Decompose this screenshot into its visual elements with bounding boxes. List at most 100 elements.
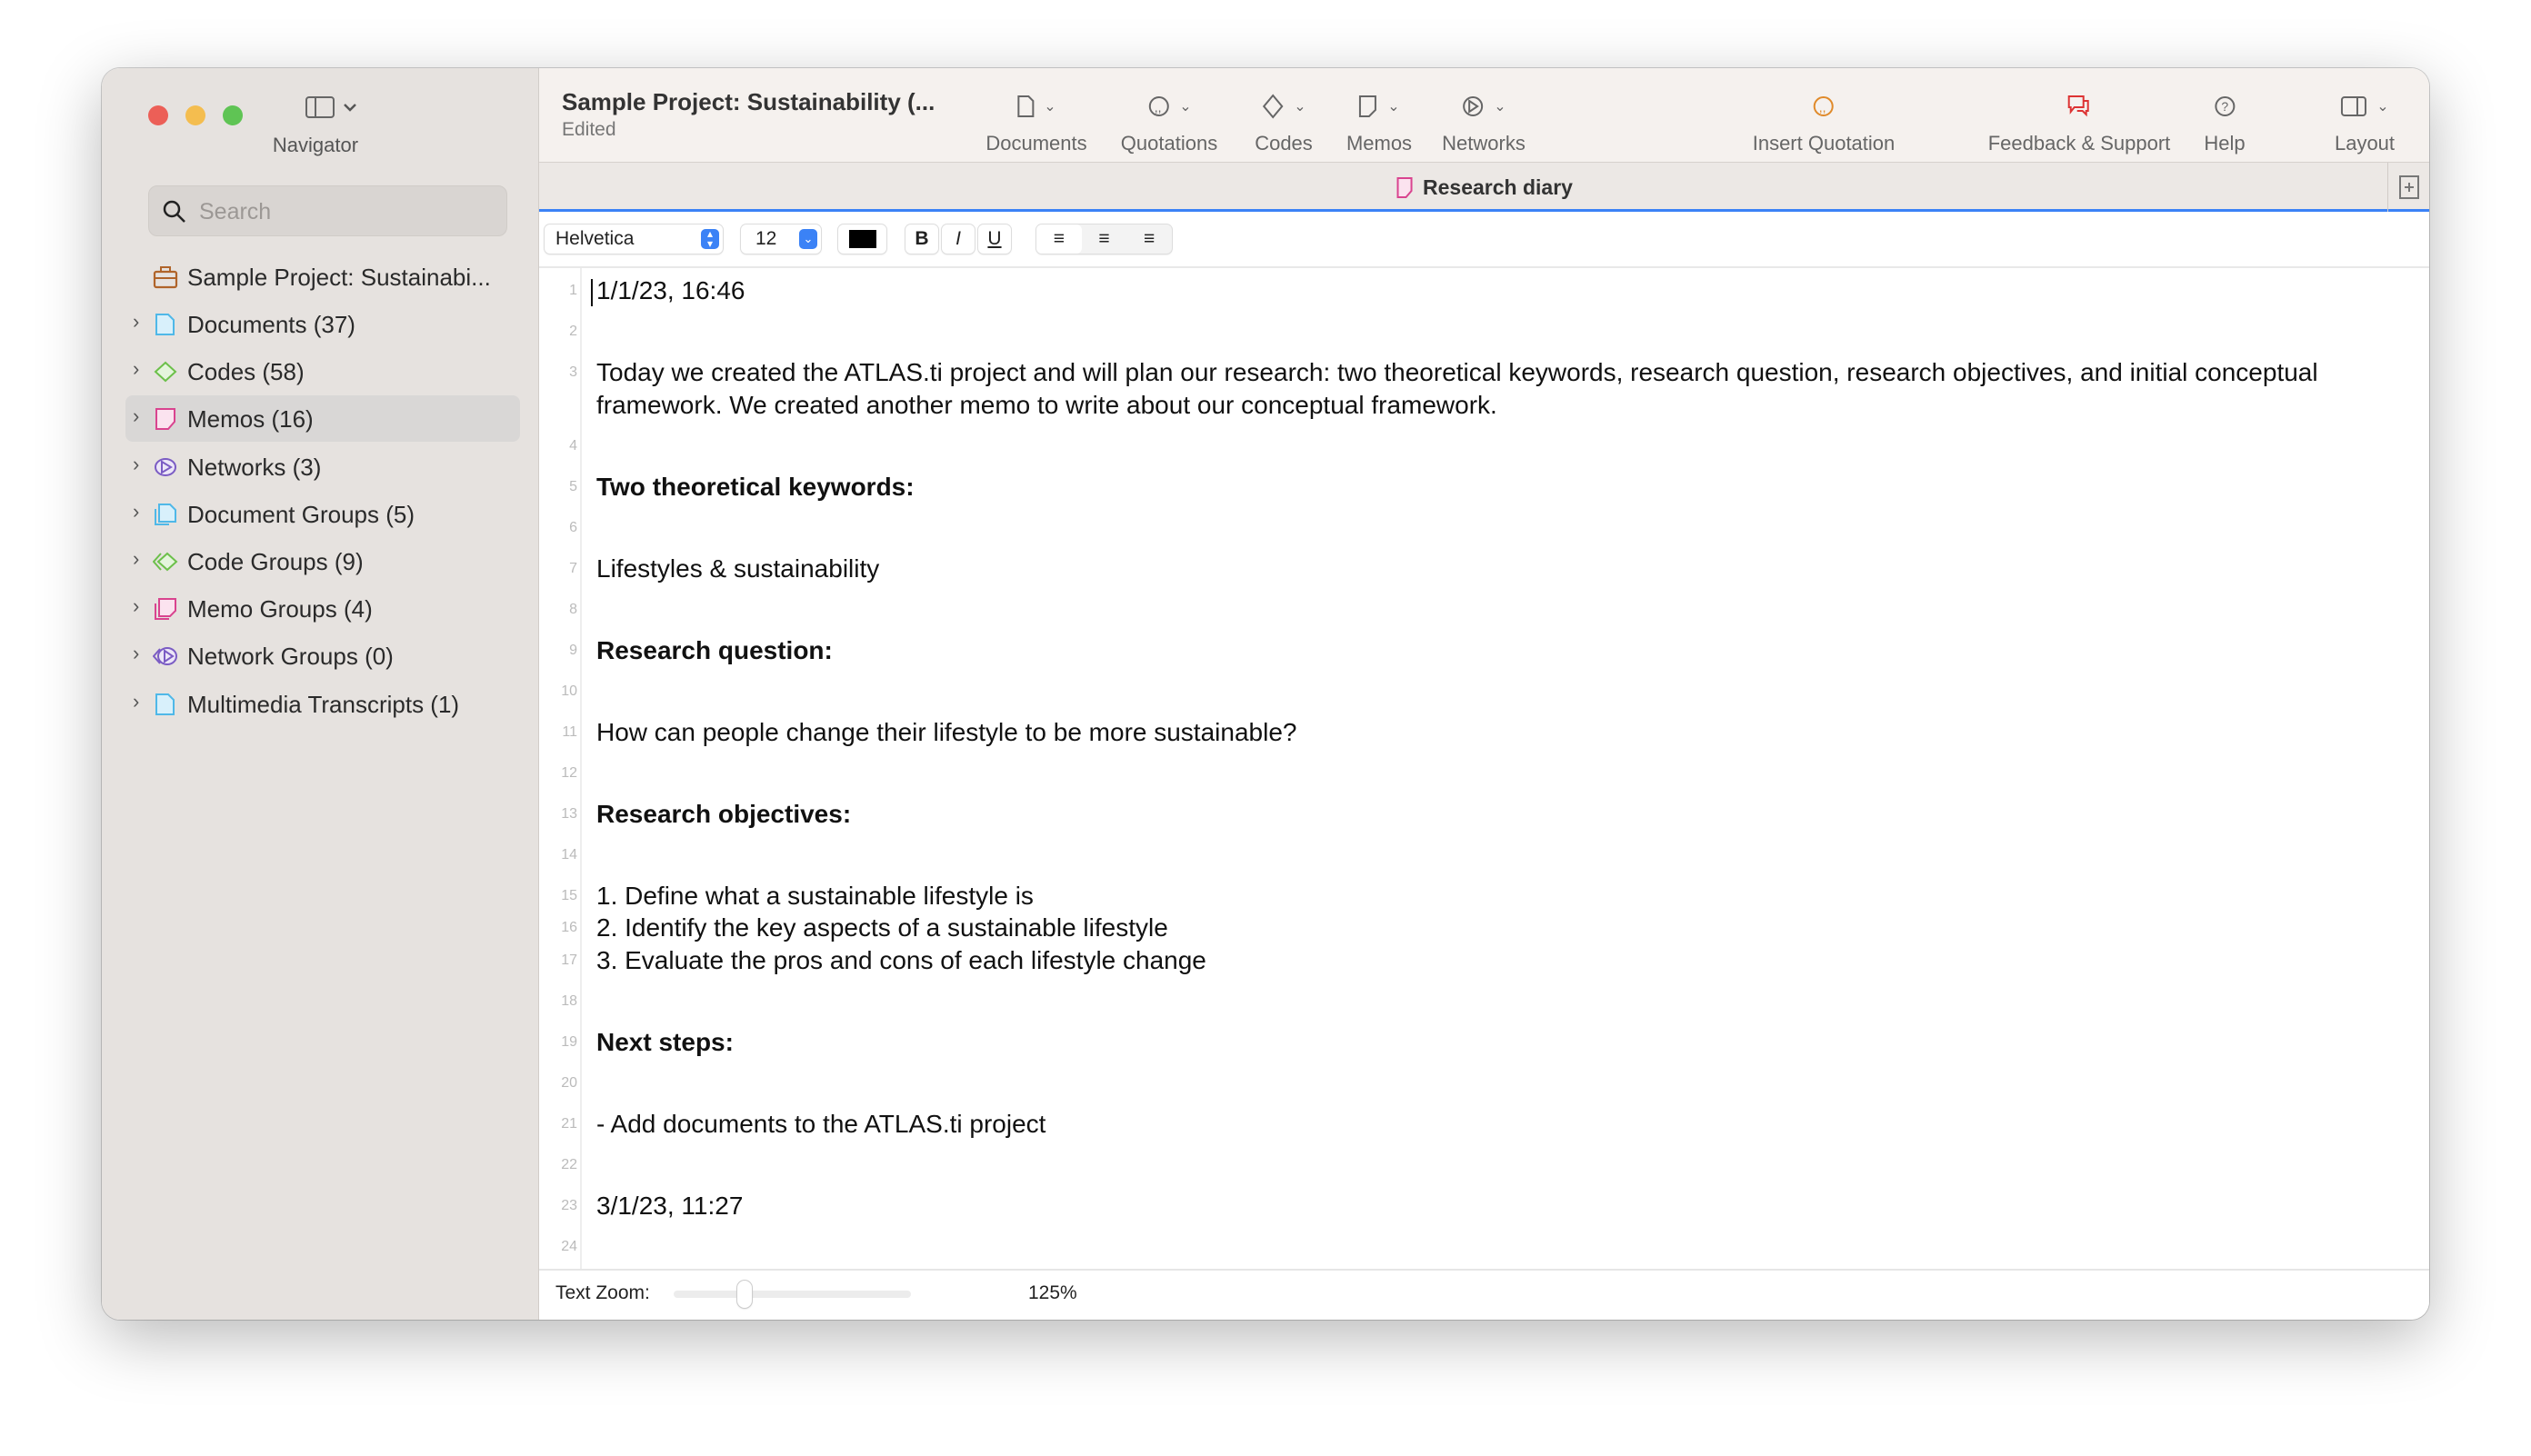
quotations-label: Quotations [1120,132,1218,155]
chevron-right-icon[interactable]: › [133,357,139,381]
line-text: Lifestyles & sustainability [596,553,880,583]
chevron-right-icon[interactable]: › [133,453,139,476]
line-text: - Add documents to the ATLAS.ti project [596,1109,1046,1138]
align-right-button[interactable]: ≡ [1126,228,1172,250]
project-label: Sample Project: Sustainabi... [187,264,491,291]
tab-research-diary[interactable]: Research diary [1396,175,1573,200]
text-line: 16 2. Identify the key aspects of a susta… [545,908,2429,942]
chevron-right-icon[interactable]: › [133,404,139,428]
line-text: Next steps: [596,1027,734,1056]
sidebar-item[interactable]: › Documents (37) [125,301,520,347]
split-view-button[interactable] [2387,163,2429,212]
close-button[interactable] [148,105,168,125]
app-window: Navigator Search Sample Project: Sustain… [102,68,2429,1320]
chevron-right-icon[interactable]: › [133,690,139,713]
text-line: 23 3/1/23, 11:27 [545,1186,2429,1227]
text-line: 13 Research objectives: [545,794,2429,835]
line-number: 24 [561,1238,577,1254]
help-button[interactable]: ? Help [2204,88,2246,155]
add-panel-icon [2398,175,2419,199]
search-icon [163,200,185,223]
text-line: 11 How can people change their lifestyle … [545,713,2429,753]
svg-text:,,: ,, [1819,100,1826,115]
memo-icon [1396,176,1413,198]
memo-text-editor[interactable]: 1 1/1/23, 16:46 2 3 Today we created the ATL… [539,268,2429,1269]
text-zoom-slider[interactable] [674,1281,911,1308]
underline-button[interactable]: U [978,224,1011,254]
zoom-button[interactable] [223,105,243,125]
project-root-item[interactable]: Sample Project: Sustainabi... [125,254,520,300]
chevron-right-icon[interactable]: › [133,310,139,334]
line-number: 8 [569,601,577,617]
chevron-down-icon: ⌄ [1494,99,1506,115]
minimize-button[interactable] [185,105,205,125]
align-left-button[interactable]: ≡ [1036,224,1082,254]
sidebar-item-label: Documents (37) [187,311,355,338]
feedback-support-button[interactable]: Feedback & Support [1987,88,2171,155]
align-center-button[interactable]: ≡ [1082,228,1127,250]
sidebar-item[interactable]: › Network Groups (0) [125,633,520,679]
line-number: 14 [561,846,577,863]
text-line: 7 Lifestyles & sustainability [545,549,2429,590]
codes-button[interactable]: ⌄ Codes [1255,88,1313,155]
italic-button[interactable]: I [942,224,975,254]
edit-status: Edited [562,119,616,140]
line-text: Today we created the ATLAS.ti project an… [596,358,2318,419]
memo-icon [1359,95,1377,117]
sidebar-item[interactable]: › Codes (58) [125,348,520,394]
svg-text:?: ? [2221,99,2228,114]
codes-label: Codes [1255,132,1313,155]
font-size-select[interactable]: 12 ⌄ [741,224,821,254]
chevron-right-icon[interactable]: › [133,500,139,524]
line-text: 1. Define what a sustainable lifestyle i… [596,881,1034,910]
sidebar-icon [305,96,356,118]
quotations-button[interactable]: ,, ⌄ Quotations [1121,88,1217,155]
line-number: 4 [569,437,577,454]
sidebar-item[interactable]: › Code Groups (9) [125,538,520,584]
document-icon [155,314,175,335]
slider-thumb[interactable] [737,1281,753,1308]
line-number: 11 [562,723,577,740]
networks-button[interactable]: ⌄ Networks [1442,88,1526,155]
font-value: Helvetica [555,228,635,249]
chevron-right-icon[interactable]: › [133,594,139,618]
documents-button[interactable]: ⌄ Documents [985,88,1087,155]
feedback-label: Feedback & Support [1987,132,2171,155]
line-number: 20 [561,1074,577,1091]
memos-button[interactable]: ⌄ Memos [1346,88,1412,155]
search-input[interactable]: Search [148,185,507,236]
text-line: 24 [545,1227,2429,1268]
sidebar-item-label: Code Groups (9) [187,548,364,575]
line-text: 3/1/23, 11:27 [596,1191,744,1220]
stepper-icon: ▴ ▾ [701,228,719,249]
transcript-icon [155,693,175,715]
toolbar: Sample Project: Sustainability (... Edit… [539,68,2429,163]
line-number: 18 [561,992,577,1009]
insert-quotation-icon: ,, [1813,96,1834,116]
line-text: Two theoretical keywords: [596,472,915,501]
layout-button[interactable]: ⌄ Layout [2335,88,2395,155]
sidebar-item[interactable]: › Memos (16) [125,395,520,443]
briefcase-icon [153,266,178,289]
memo-icon [155,408,175,431]
sidebar-item[interactable]: › Multimedia Transcripts (1) [125,681,520,727]
chevron-right-icon[interactable]: › [133,547,139,571]
navigator-toggle-button[interactable] [284,94,375,125]
sidebar-item[interactable]: › Networks (3) [125,444,520,490]
text-zoom-label: Text Zoom: [555,1282,650,1303]
sidebar-item[interactable]: › Document Groups (5) [125,491,520,537]
text-line: 18 [545,982,2429,1022]
text-color-well[interactable] [838,224,886,254]
font-select[interactable]: Helvetica ▴ ▾ [545,224,723,254]
network-group-icon [153,647,177,666]
chevron-right-icon[interactable]: › [133,642,139,665]
text-line: 2 [545,312,2429,353]
sidebar-item[interactable]: › Memo Groups (4) [125,585,520,632]
insert-quotation-button[interactable]: ,, Insert Quotation [1753,88,1895,155]
quotation-icon: ,, [1148,96,1169,116]
document-group-icon [155,503,176,525]
line-number: 21 [561,1115,577,1132]
document-icon [1017,95,1035,117]
line-number: 7 [569,560,577,576]
bold-button[interactable]: B [905,224,938,254]
